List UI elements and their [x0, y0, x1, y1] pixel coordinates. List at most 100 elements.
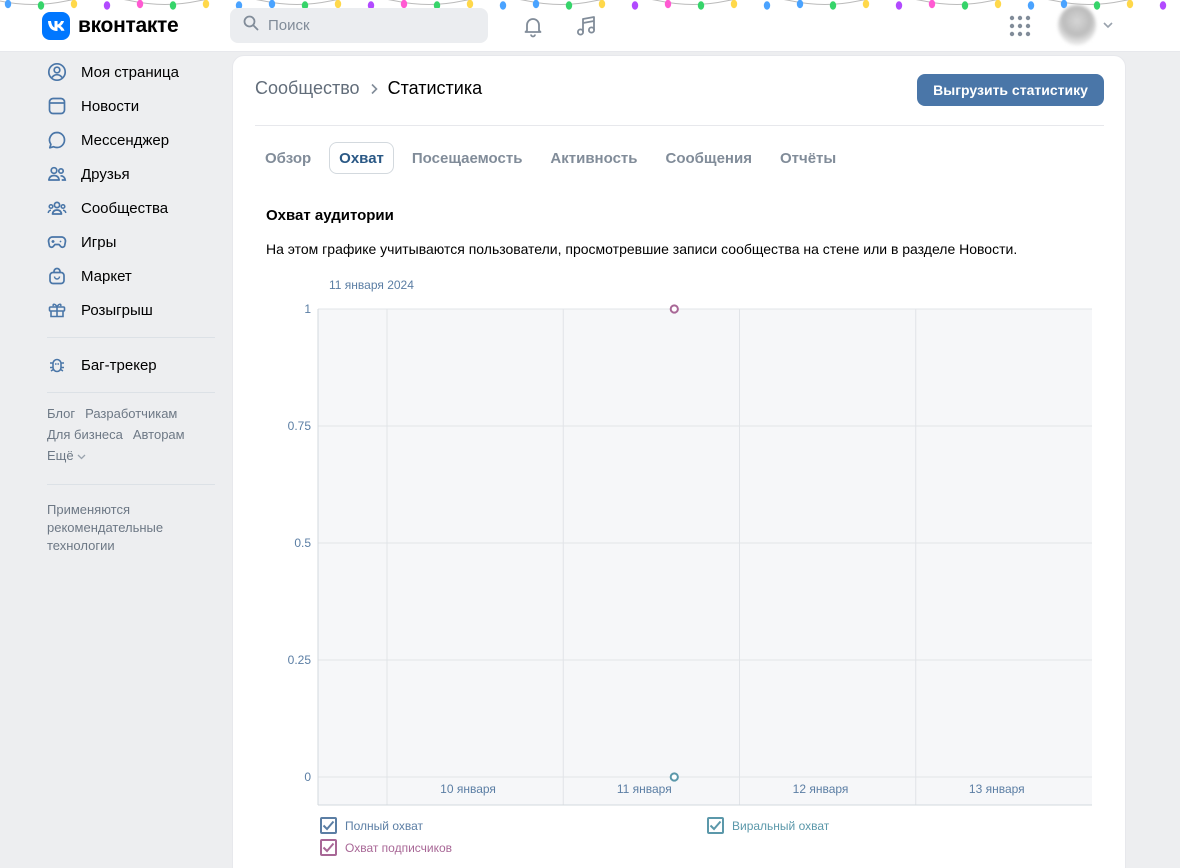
- vk-logo[interactable]: вконтакте: [42, 12, 179, 40]
- user-circle-icon: [47, 62, 67, 82]
- tab-reach[interactable]: Охват: [329, 142, 394, 174]
- y-tick-label: 1: [304, 302, 311, 316]
- message-icon: [47, 130, 67, 150]
- sidebar-item-label: Сообщества: [81, 199, 169, 217]
- garland-bulb: [499, 1, 507, 10]
- garland-bulb: [400, 0, 408, 9]
- legend-label: Полный охват: [345, 818, 424, 833]
- sidebar-item-label: Игры: [81, 233, 117, 251]
- tab-reports[interactable]: Отчёты: [770, 142, 846, 174]
- tab-attendance[interactable]: Посещаемость: [402, 142, 533, 174]
- x-tick-label: 10 января: [440, 782, 496, 796]
- checkbox-checked-icon[interactable]: [707, 817, 724, 834]
- garland-bulb: [862, 0, 870, 9]
- garland-bulb: [37, 1, 45, 10]
- tab-overview[interactable]: Обзор: [255, 142, 321, 174]
- footer-link-business[interactable]: Для бизнеса: [47, 427, 123, 442]
- breadcrumb-community[interactable]: Сообщество: [255, 78, 360, 99]
- garland-bulb: [1159, 1, 1167, 10]
- sidebar-item-games[interactable]: Игры: [40, 225, 222, 259]
- music-icon[interactable]: [572, 12, 600, 40]
- garland-bulb: [994, 0, 1002, 9]
- garland-bulb: [1126, 0, 1134, 9]
- footer-more-label: Ещё: [47, 448, 74, 463]
- search-icon: [243, 15, 259, 36]
- search-input[interactable]: [268, 17, 468, 34]
- legend-item[interactable]: Виральный охват: [707, 817, 829, 834]
- vk-logo-text: вконтакте: [78, 14, 179, 37]
- garland-bulb: [697, 1, 705, 10]
- gift-icon: [47, 300, 67, 320]
- y-tick-label: 0.25: [288, 653, 312, 667]
- garland-bulb: [202, 0, 210, 9]
- garland-bulb: [136, 0, 144, 9]
- bug-icon: [47, 355, 67, 375]
- x-tick-label: 12 января: [793, 782, 849, 796]
- header-divider: [255, 125, 1104, 126]
- export-statistics-button[interactable]: Выгрузить статистику: [917, 74, 1104, 106]
- x-tick-label: 13 января: [969, 782, 1025, 796]
- profile-menu[interactable]: [1058, 5, 1114, 45]
- garland-bulb: [103, 1, 111, 10]
- sidebar-item-label: Баг-трекер: [81, 356, 157, 374]
- footer-link-developers[interactable]: Разработчикам: [85, 406, 177, 421]
- garland-bulb: [796, 0, 804, 9]
- garland-bulb: [895, 1, 903, 10]
- legend-item[interactable]: Охват подписчиков: [320, 839, 452, 856]
- recommendation-tech-note[interactable]: Применяются рекомендательные технологии: [40, 501, 190, 555]
- sidebar-item-giveaway[interactable]: Розыгрыш: [40, 293, 222, 327]
- market-bag-icon: [47, 266, 67, 286]
- sidebar-item-messenger[interactable]: Мессенджер: [40, 123, 222, 157]
- chevron-right-icon: [371, 83, 378, 94]
- garland-bulb: [730, 0, 738, 9]
- checkbox-checked-icon[interactable]: [320, 839, 337, 856]
- holiday-garland-decoration: [0, 0, 1180, 10]
- garland-bulb: [961, 1, 969, 10]
- sidebar-item-news[interactable]: Новости: [40, 89, 222, 123]
- checkbox-checked-icon[interactable]: [320, 817, 337, 834]
- search-box[interactable]: [230, 8, 488, 43]
- sidebar-divider: [47, 337, 215, 338]
- sidebar-item-label: Маркет: [81, 267, 132, 285]
- sidebar-item-market[interactable]: Маркет: [40, 259, 222, 293]
- sidebar-item-label: Моя страница: [81, 63, 179, 81]
- breadcrumb: Сообщество Статистика: [255, 78, 482, 99]
- sidebar-item-communities[interactable]: Сообщества: [40, 191, 222, 225]
- legend-item[interactable]: Полный охват: [320, 817, 423, 834]
- garland-bulb: [268, 0, 276, 9]
- section-title: Охват аудитории: [266, 207, 394, 224]
- garland-bulb: [169, 1, 177, 10]
- garland-bulb: [334, 0, 342, 9]
- garland-bulb: [1027, 1, 1035, 10]
- garland-bulb: [4, 0, 12, 9]
- tab-messages[interactable]: Сообщения: [656, 142, 762, 174]
- footer-link-blog[interactable]: Блог: [47, 406, 75, 421]
- tab-activity[interactable]: Активность: [540, 142, 647, 174]
- sidebar-item-friends[interactable]: Друзья: [40, 157, 222, 191]
- sidebar-item-bugtracker[interactable]: Баг-трекер: [40, 348, 222, 382]
- vk-logo-icon: [42, 12, 70, 40]
- garland-bulb: [829, 1, 837, 10]
- footer-link-authors[interactable]: Авторам: [133, 427, 185, 442]
- garland-bulb: [565, 1, 573, 10]
- sidebar-item-label: Новости: [81, 97, 140, 115]
- sidebar-item-label: Розыгрыш: [81, 301, 153, 319]
- garland-bulb: [466, 0, 474, 9]
- bell-icon[interactable]: [519, 12, 547, 40]
- communities-icon: [47, 198, 67, 218]
- chevron-down-icon: [77, 454, 86, 460]
- garland-bulb: [763, 1, 771, 10]
- data-point: [669, 304, 679, 314]
- footer-link-more[interactable]: Ещё: [47, 448, 86, 463]
- avatar: [1058, 5, 1096, 45]
- sidebar-footer-links: Блог Разработчикам Для бизнеса Авторам Ещё: [40, 403, 222, 466]
- legend-label: Виральный охват: [732, 818, 830, 833]
- chart-tooltip-date: 11 января 2024: [329, 278, 414, 292]
- sidebar-item-my-page[interactable]: Моя страница: [40, 55, 222, 89]
- newsfeed-icon: [47, 96, 67, 116]
- apps-grid-icon[interactable]: [1008, 14, 1032, 38]
- y-tick-label: 0: [304, 770, 311, 784]
- sidebar-divider: [47, 484, 215, 485]
- friends-icon: [47, 164, 67, 184]
- legend-label: Охват подписчиков: [345, 840, 453, 855]
